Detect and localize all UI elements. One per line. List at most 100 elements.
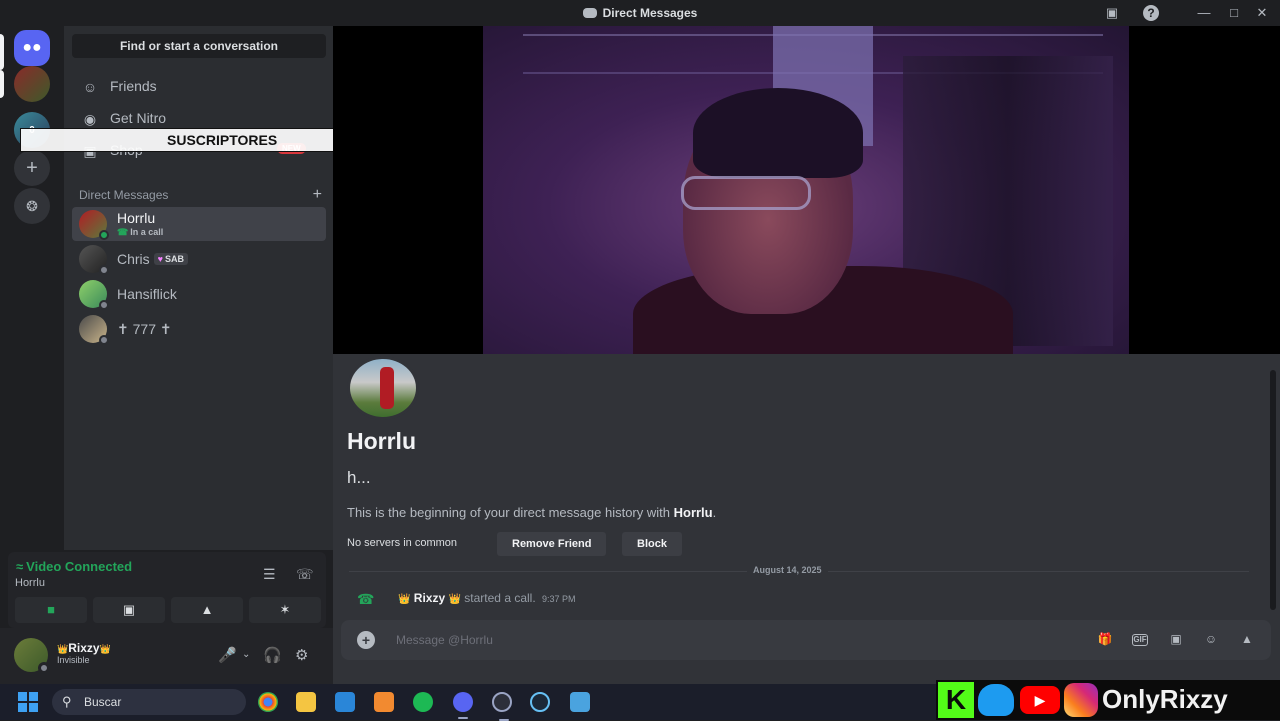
voice-panel: ≈ Video Connected Horrlu ☰ ☏ ■ ▣ ▲ ✶ bbox=[8, 552, 326, 628]
find-conversation-button[interactable]: Find or start a conversation bbox=[72, 34, 326, 58]
status-offline-icon bbox=[99, 300, 109, 310]
screen-share-button[interactable]: ▣ bbox=[93, 597, 165, 623]
chevron-down-icon[interactable]: ⌄ bbox=[242, 649, 250, 660]
scrollbar[interactable] bbox=[1270, 370, 1276, 610]
nitro-icon: ◉ bbox=[83, 111, 97, 127]
player-figure bbox=[380, 367, 394, 409]
camera-button[interactable]: ■ bbox=[15, 597, 87, 623]
call-message: 👑 Rixzy 👑 started a call. 9:37 PM bbox=[398, 591, 576, 605]
user-avatar[interactable] bbox=[14, 638, 50, 674]
close-button[interactable]: ✕ bbox=[1253, 4, 1271, 22]
create-dm-icon[interactable]: + bbox=[313, 186, 322, 204]
signal-icon: ≈ bbox=[16, 559, 24, 574]
sticker-icon[interactable]: ▣ bbox=[1166, 632, 1186, 646]
profile-name: Horrlu bbox=[347, 428, 416, 454]
kick-icon: K bbox=[938, 682, 974, 718]
video-frame bbox=[483, 26, 1129, 354]
block-button[interactable]: Block bbox=[622, 532, 682, 556]
call-author[interactable]: Rixzy bbox=[414, 591, 445, 605]
remove-friend-button[interactable]: Remove Friend bbox=[497, 532, 607, 556]
user-name: 👑Rixzy👑 bbox=[57, 641, 111, 655]
discover-icon[interactable]: ❂ bbox=[14, 188, 50, 224]
settings-gear-icon[interactable]: ⚙ bbox=[295, 646, 308, 664]
steam-icon[interactable] bbox=[530, 692, 550, 712]
avatar bbox=[79, 315, 109, 345]
add-server-icon[interactable]: + bbox=[14, 150, 50, 186]
soundboard-button[interactable]: ✶ bbox=[249, 597, 321, 623]
emoji-icon[interactable]: ☺ bbox=[1201, 632, 1221, 646]
voice-channel-name[interactable]: Horrlu bbox=[15, 577, 45, 589]
search-icon: ⚲ bbox=[62, 694, 72, 709]
status-invisible-icon bbox=[38, 662, 50, 674]
app-icon[interactable] bbox=[374, 692, 394, 712]
activity-button[interactable]: ▲ bbox=[171, 597, 243, 623]
help-icon[interactable]: ? bbox=[1143, 5, 1159, 21]
glasses bbox=[681, 176, 811, 210]
dm-item-777[interactable]: ✝ 777 ✝ bbox=[72, 312, 326, 346]
heart-icon: ♥ bbox=[157, 254, 164, 264]
chat-area: Horrlu h... This is the beginning of you… bbox=[333, 26, 1280, 684]
phone-icon: ☎ bbox=[357, 591, 375, 607]
status-offline-icon bbox=[99, 335, 109, 345]
friends-icon: ☺ bbox=[82, 79, 98, 95]
timestamp: 9:37 PM bbox=[542, 594, 576, 604]
discord-taskbar-icon[interactable] bbox=[453, 692, 473, 719]
dm-item-chris[interactable]: Chris ♥ SAB bbox=[72, 242, 326, 276]
twitter-icon bbox=[978, 684, 1014, 716]
disconnect-icon[interactable]: ☏ bbox=[296, 566, 314, 583]
in-call-status: ☎ In a call bbox=[117, 227, 164, 237]
file-explorer-icon[interactable] bbox=[296, 692, 316, 712]
profile-intro: This is the beginning of your direct mes… bbox=[347, 505, 717, 520]
store-icon[interactable] bbox=[335, 692, 355, 712]
title-bar: Direct Messages ▣ ? — □ ✕ bbox=[0, 0, 1280, 26]
maximize-button[interactable]: □ bbox=[1225, 4, 1243, 22]
headphones-icon[interactable]: 🎧 bbox=[263, 646, 282, 664]
window-title: Direct Messages bbox=[0, 6, 1280, 20]
dm-avatar-horrlu[interactable] bbox=[14, 66, 50, 102]
selected-pill bbox=[0, 34, 4, 70]
gift-icon[interactable]: 🎁 bbox=[1095, 632, 1115, 646]
avatar bbox=[79, 245, 109, 275]
status-online-icon bbox=[99, 230, 109, 240]
dm-header: Direct Messages + bbox=[79, 186, 322, 204]
avatar bbox=[79, 280, 109, 310]
home-button[interactable]: ●● bbox=[14, 30, 50, 66]
dm-sidebar: Find or start a conversation ☺ Friends ◉… bbox=[64, 26, 333, 550]
youtube-icon: ▶ bbox=[1020, 686, 1060, 714]
user-status: Invisible bbox=[57, 655, 90, 665]
chrome-icon[interactable] bbox=[258, 692, 278, 712]
profile-avatar[interactable] bbox=[347, 356, 419, 420]
gif-icon[interactable]: GIF bbox=[1132, 634, 1148, 646]
apps-icon[interactable]: ▲ bbox=[1237, 632, 1257, 646]
servers-in-common: No servers in common bbox=[347, 537, 458, 549]
minimize-button[interactable]: — bbox=[1195, 4, 1213, 22]
message-composer: + 🎁 GIF ▣ ☺ ▲ bbox=[341, 620, 1271, 660]
person-hair bbox=[693, 88, 863, 178]
date-divider: August 14, 2025 bbox=[349, 565, 1249, 575]
clan-tag: ♥ SAB bbox=[153, 253, 189, 265]
voice-status: ≈ Video Connected bbox=[16, 559, 133, 574]
nav-friends[interactable]: ☺ Friends bbox=[72, 71, 326, 101]
microphone-icon[interactable]: 🎤 bbox=[218, 646, 237, 664]
phone-icon: ☎ bbox=[117, 227, 129, 237]
add-attachment-icon[interactable]: + bbox=[357, 631, 375, 649]
obs-icon[interactable] bbox=[492, 692, 512, 721]
social-handle: OnlyRixzy bbox=[1102, 684, 1228, 714]
message-input[interactable] bbox=[396, 630, 1046, 650]
taskbar-search[interactable]: ⚲ Buscar bbox=[52, 689, 246, 715]
inbox-icon[interactable]: ▣ bbox=[1103, 4, 1121, 22]
video-stream[interactable] bbox=[333, 26, 1280, 354]
instagram-icon bbox=[1064, 683, 1098, 717]
status-offline-icon bbox=[99, 265, 109, 275]
discord-icon bbox=[582, 8, 597, 18]
app-icon-2[interactable] bbox=[570, 692, 590, 712]
unread-pill bbox=[0, 70, 4, 98]
dm-item-hansiflick[interactable]: Hansiflick bbox=[72, 277, 326, 311]
dm-item-horrlu[interactable]: Horrlu ☎ In a call bbox=[72, 207, 326, 241]
profile-handle: h... bbox=[347, 468, 371, 487]
social-banner: K ▶ OnlyRixzy bbox=[936, 680, 1280, 720]
avatar bbox=[79, 210, 109, 240]
noise-suppression-icon[interactable]: ☰ bbox=[263, 566, 276, 583]
spotify-icon[interactable] bbox=[413, 692, 433, 712]
windows-start-icon[interactable] bbox=[18, 692, 38, 712]
